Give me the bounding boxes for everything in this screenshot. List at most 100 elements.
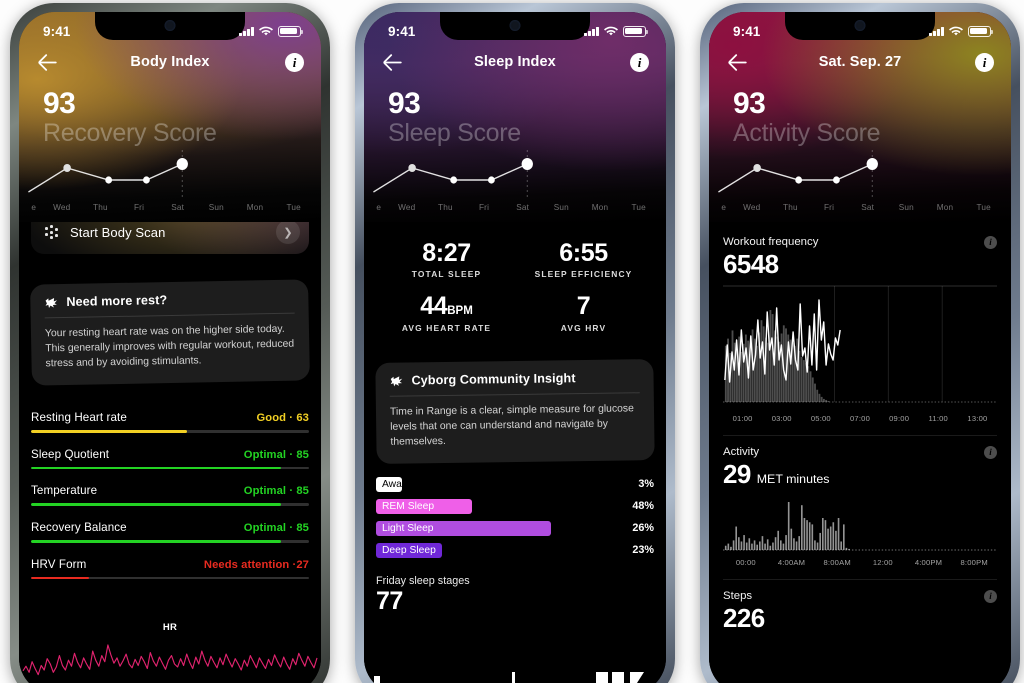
metric-name: Recovery Balance [31,521,127,535]
friday-sleep-stages-block: Friday sleep stages 77 [376,575,654,614]
sleep-stage-percent: 26% [632,522,654,535]
card-value: 226 [723,604,997,632]
card-value: 6548 [723,250,997,278]
trend-day: Wed [53,203,71,212]
hero-header: Sleep Index i 93 Sleep Score e Wed Thu F… [364,12,666,222]
info-icon[interactable]: i [984,236,997,249]
card-number: 226 [723,603,765,634]
stat-avg-hrv: 7 AVG HRV [515,292,652,333]
metric-row[interactable]: Sleep Quotient Optimal · 85 [31,442,309,470]
metric-row[interactable]: Resting Heart rate Good · 63 [31,405,309,433]
hr-chart-title: HR [162,622,178,633]
screen-body-index: 9:41 Body Index i 93 Recovery Score e We… [19,12,321,683]
trend-day: Sun [553,203,569,212]
metric-progress-bar [31,503,309,507]
stat-value: 7 [576,292,591,321]
trend-day: Mon [936,203,954,212]
card-activity[interactable]: Activity i 29 MET minutes 00:00 4:00AM 8… [709,436,1011,581]
weekly-trend-chart[interactable]: e Wed Thu Fri Sat Sun Mon Tue [364,146,666,222]
status-bar: 9:41 [364,12,666,42]
metric-progress-bar [31,540,309,543]
metric-row[interactable]: Recovery Balance Optimal · 85 [31,515,309,543]
metric-name: Temperature [31,484,98,498]
trend-day: e [721,203,727,212]
insight-card[interactable]: Cyborg Community Insight Time in Range i… [375,358,655,464]
insight-card[interactable]: Need more rest? Your resting heart rate … [30,279,310,386]
screen-activity-index: 9:41 Sat. Sep. 27 i 93 Activity Score e … [709,12,1011,683]
metric-value: Needs attention ·27 [203,558,309,571]
sleep-stats-grid: 8:27 TOTAL SLEEP 6:55 SLEEP EFFICIENCY 4… [364,240,666,333]
info-icon[interactable]: i [984,590,997,604]
back-arrow-icon[interactable] [36,51,58,73]
trend-day: Thu [438,203,453,212]
trend-day: Mon [246,203,264,212]
info-icon[interactable]: i [975,52,994,72]
chevron-right-icon[interactable]: ❯ [276,222,300,244]
score-block: 93 Sleep Score [364,82,666,147]
card-title: Activity [723,446,760,459]
trend-day: Sun [208,203,224,212]
weekly-trend-chart[interactable]: e Wed Thu Fri Sat Sun Mon Tue [19,146,321,222]
card-value: 29 MET minutes [723,460,997,488]
trend-day: Sat [861,203,875,212]
sub-label: Friday sleep stages [376,574,470,587]
metric-name: Resting Heart rate [31,411,127,425]
heart-rate-chart[interactable]: HR [19,622,321,683]
back-arrow-icon[interactable] [381,51,403,73]
insight-body: Time in Range is a clear, simple measure… [389,402,634,447]
insight-header: Need more rest? [44,290,295,319]
sleep-stage-row[interactable]: Light Sleep 26% [376,520,654,537]
workout-frequency-chart[interactable] [723,284,997,412]
score-value: 93 [43,87,76,120]
stat-number: 44 [420,292,448,321]
page-title: Sleep Index [474,54,556,70]
activity-met-chart[interactable] [723,494,997,556]
card-workout-frequency[interactable]: Workout frequency i 6548 01:00 03:00 05:… [709,222,1011,437]
phone-device-body-index: 9:41 Body Index i 93 Recovery Score e We… [10,3,330,683]
card-steps[interactable]: Steps i 226 [709,580,1011,632]
score-label: Sleep Score [388,118,521,147]
sleep-stage-row[interactable]: Deep Sleep 23% [376,542,654,559]
sleep-stage-row[interactable]: Awake 3% [376,476,654,493]
info-icon[interactable]: i [630,52,649,72]
weekly-trend-chart[interactable]: e Wed Thu Fri Sat Sun Mon Tue [709,146,1011,222]
workout-chart-axis: 01:00 03:00 05:00 07:00 09:00 11:00 13:0… [723,414,997,423]
sleep-stages-list: Awake 3% REM Sleep 48% Light Sleep 26% D… [376,476,654,559]
sleep-stage-percent: 3% [638,478,654,491]
status-time: 9:41 [733,23,761,39]
back-arrow-icon[interactable] [726,51,748,73]
content-area: Start Body Scan ❯ Need more rest? Your r… [19,222,321,683]
card-title: Steps [723,590,753,603]
nav-bar: Sat. Sep. 27 i [709,42,1011,82]
metric-name: HRV Form [31,557,87,571]
pin-icon [44,296,58,309]
metrics-list: Resting Heart rate Good · 63 Sleep Quoti… [31,405,309,580]
insight-title: Need more rest? [66,293,168,309]
trend-day-labels: e Wed Thu Fri Sat Sun Mon Tue [19,202,321,212]
sleep-stage-row[interactable]: REM Sleep 48% [376,498,654,515]
trend-day: Thu [93,203,108,212]
axis-tick: 01:00 [732,414,753,424]
start-body-scan-button[interactable]: Start Body Scan ❯ [31,222,309,254]
metric-row[interactable]: Temperature Optimal · 85 [31,478,309,507]
metric-value: Optimal · 85 [243,448,309,461]
phone-device-sleep-index: 9:41 Sleep Index i 93 Sleep Score e Wed … [355,3,675,683]
trend-day: Fri [478,203,490,212]
sleep-stage-label: Light Sleep [376,520,551,536]
trend-day: Thu [783,203,798,212]
status-time: 9:41 [388,23,416,39]
hero-header: Body Index i 93 Recovery Score e Wed Thu… [19,12,321,222]
info-icon[interactable]: i [984,446,997,460]
status-indicators [584,25,648,37]
stat-sleep-efficiency: 6:55 SLEEP EFFICIENCY [515,240,652,280]
sleep-stage-label: REM Sleep [376,498,472,514]
clipped-bottom-chart[interactable] [364,668,666,683]
trend-day: Wed [743,203,761,212]
insight-body: Your resting heart rate was on the highe… [44,323,295,369]
trend-day-labels: e Wed Thu Fri Sat Sun Mon Tue [364,202,666,212]
axis-tick: 00:00 [735,558,756,568]
sleep-stage-label: Awake [376,476,413,492]
info-icon[interactable]: i [285,52,304,72]
stat-total-sleep: 8:27 TOTAL SLEEP [378,240,515,280]
metric-row[interactable]: HRV Form Needs attention ·27 [31,552,309,580]
